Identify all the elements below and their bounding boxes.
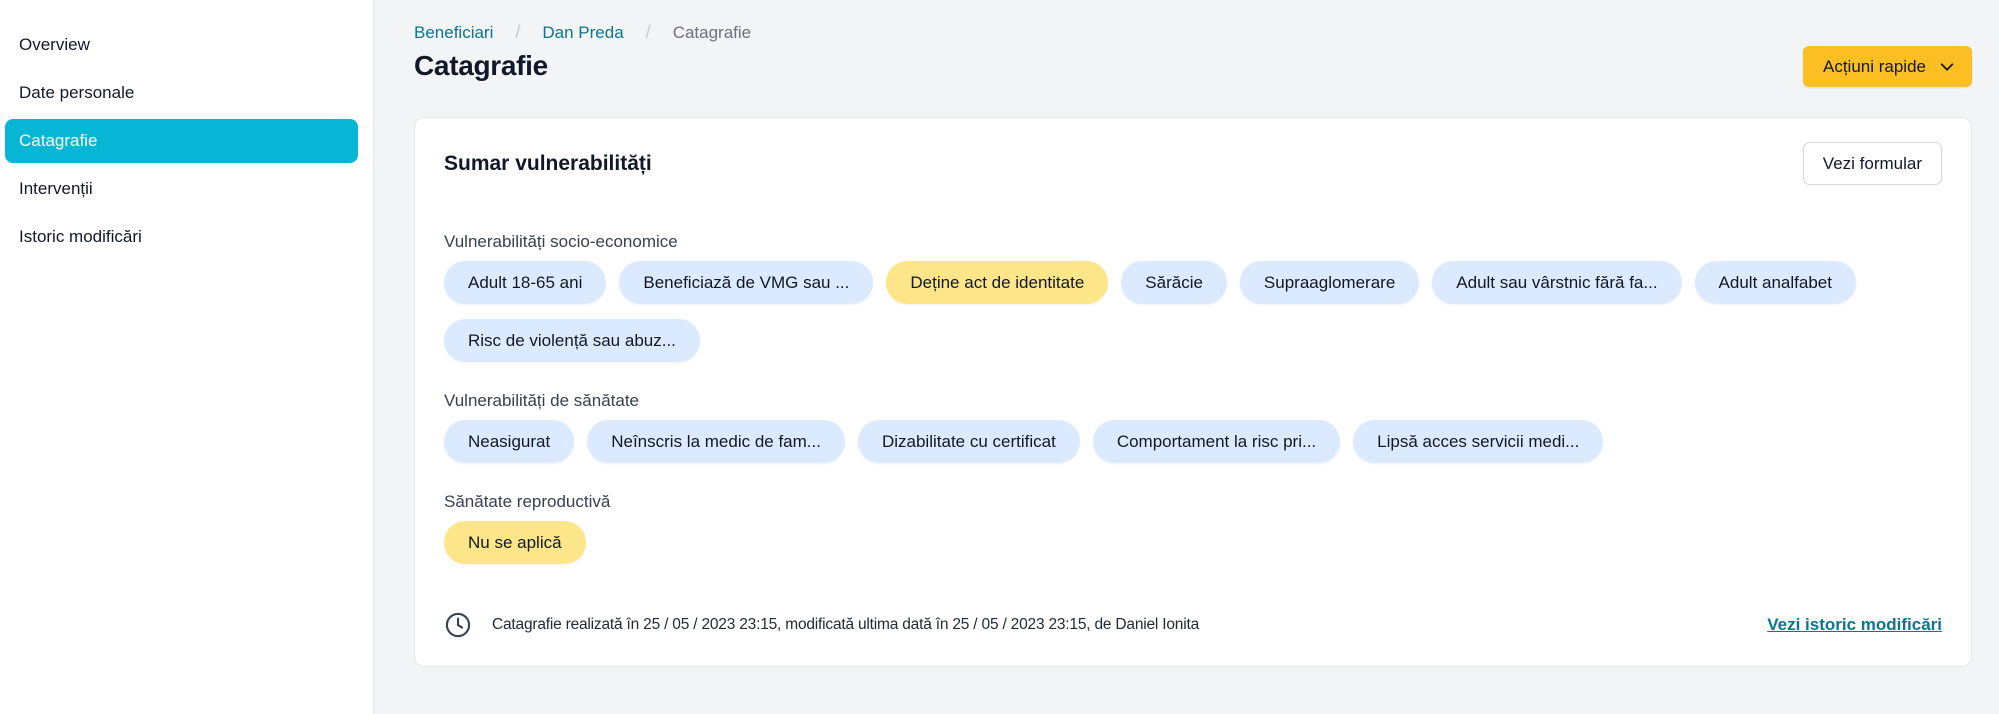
vulnerability-chip: Neînscris la medic de fam... xyxy=(587,420,845,463)
vulnerability-chip: Nu se aplică xyxy=(444,521,586,564)
card-title: Sumar vulnerabilități xyxy=(444,152,652,175)
sidebar-item-catagrafie[interactable]: Catagrafie xyxy=(5,119,358,163)
breadcrumb-current: Catagrafie xyxy=(672,22,752,42)
sidebar: Overview Date personale Catagrafie Inter… xyxy=(0,0,374,714)
breadcrumb-beneficiari[interactable]: Beneficiari xyxy=(414,23,493,43)
breadcrumb-separator: / xyxy=(645,22,651,42)
chip-list: Nu se aplică xyxy=(444,521,1942,564)
clock-icon xyxy=(445,612,471,638)
quick-actions-label: Acțiuni rapide xyxy=(1822,56,1926,76)
vulnerability-chip: Adult sau vârstnic fără fa... xyxy=(1432,261,1682,304)
vulnerability-chip: Supraaglomerare xyxy=(1239,261,1420,304)
section-label: Vulnerabilități de sănătate xyxy=(444,391,640,410)
vulnerability-chip: Comportament la risc pri... xyxy=(1092,420,1341,463)
page-title: Catagrafie xyxy=(414,50,548,81)
vulnerability-summary-card: Sumar vulnerabilități Vezi formular Vuln… xyxy=(414,117,1972,667)
sidebar-item-date-personale[interactable]: Date personale xyxy=(5,71,358,115)
chip-list: Adult 18-65 ani Beneficiază de VMG sau .… xyxy=(444,261,1942,362)
vulnerability-chip: Sărăcie xyxy=(1121,261,1227,304)
sidebar-item-istoric-modificari[interactable]: Istoric modificări xyxy=(5,215,358,259)
sidebar-item-overview[interactable]: Overview xyxy=(5,23,358,67)
vulnerability-chip: Neasigurat xyxy=(444,420,575,463)
chevron-down-icon xyxy=(1940,62,1954,71)
section-reproductive-health: Sănătate reproductivă Nu se aplică xyxy=(444,492,1942,564)
view-form-button[interactable]: Vezi formular xyxy=(1802,142,1942,185)
card-footer: Catagrafie realizată în 25 / 05 / 2023 2… xyxy=(444,611,1942,639)
breadcrumb: Beneficiari / Dan Preda / Catagrafie xyxy=(414,22,751,43)
main-content: Beneficiari / Dan Preda / Catagrafie Cat… xyxy=(374,0,1999,714)
vulnerability-chip: Dizabilitate cu certificat xyxy=(857,420,1080,463)
breadcrumb-beneficiary-name[interactable]: Dan Preda xyxy=(542,23,623,43)
vulnerability-chip: Lipsă acces servicii medi... xyxy=(1353,420,1604,463)
vulnerability-chip: Beneficiază de VMG sau ... xyxy=(619,261,874,304)
vulnerability-chip: Deține act de identitate xyxy=(886,261,1109,304)
section-socio-economic: Vulnerabilități socio-economice Adult 18… xyxy=(444,232,1942,362)
sidebar-item-interventii[interactable]: Intervenții xyxy=(5,167,358,211)
chip-list: Neasigurat Neînscris la medic de fam... … xyxy=(444,420,1942,463)
breadcrumb-separator: / xyxy=(515,22,521,42)
quick-actions-button[interactable]: Acțiuni rapide xyxy=(1802,46,1972,87)
section-label: Sănătate reproductivă xyxy=(444,492,611,511)
vulnerability-chip: Risc de violență sau abuz... xyxy=(444,319,700,362)
section-label: Vulnerabilități socio-economice xyxy=(444,232,678,251)
vulnerability-chip: Adult analfabet xyxy=(1694,261,1856,304)
audit-text: Catagrafie realizată în 25 / 05 / 2023 2… xyxy=(492,616,1199,633)
footer-info: Catagrafie realizată în 25 / 05 / 2023 2… xyxy=(444,611,1199,639)
view-history-link[interactable]: Vezi istoric modificări xyxy=(1767,615,1942,635)
section-health: Vulnerabilități de sănătate Neasigurat N… xyxy=(444,391,1942,463)
vulnerability-chip: Adult 18-65 ani xyxy=(444,261,607,304)
